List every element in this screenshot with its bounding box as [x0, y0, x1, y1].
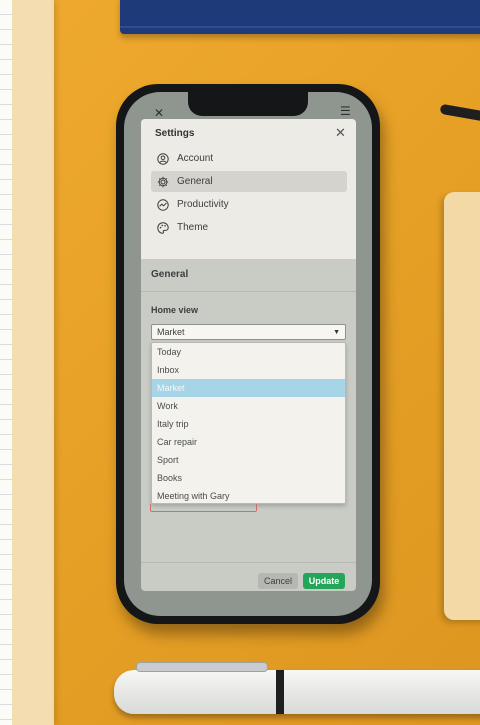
background-menu-icon: ☰ [340, 104, 351, 118]
danger-button-partially-hidden[interactable] [150, 504, 257, 512]
chevron-down-icon: ▼ [333, 328, 340, 336]
phone-screen: ✕ ☰ Settings ✕ Account General Productiv… [124, 92, 372, 616]
home-view-select[interactable]: Market ▼ [151, 324, 346, 340]
gear-icon [157, 176, 169, 188]
palette-icon [157, 221, 169, 234]
pen [114, 662, 480, 714]
option-market[interactable]: Market [152, 379, 345, 397]
option-italy-trip[interactable]: Italy trip [152, 415, 345, 433]
option-work[interactable]: Work [152, 397, 345, 415]
close-icon[interactable]: ✕ [335, 125, 346, 141]
select-value: Market [157, 327, 185, 337]
account-icon [157, 152, 169, 165]
nav-item-general[interactable]: General [151, 171, 347, 192]
settings-nav-panel: Settings ✕ Account General Productivity … [141, 119, 356, 259]
divider [141, 291, 356, 292]
option-car-repair[interactable]: Car repair [152, 433, 345, 451]
option-books[interactable]: Books [152, 469, 345, 487]
option-sport[interactable]: Sport [152, 451, 345, 469]
nav-item-label: Theme [177, 222, 209, 233]
nav-item-theme[interactable]: Theme [151, 217, 347, 238]
option-inbox[interactable]: Inbox [152, 361, 345, 379]
phone-notch [188, 92, 308, 116]
paper-pad [444, 192, 480, 620]
phone: ✕ ☰ Settings ✕ Account General Productiv… [116, 84, 380, 624]
modal-title: Settings [155, 128, 195, 139]
option-today[interactable]: Today [152, 343, 345, 361]
nav-item-label: General [177, 176, 213, 187]
blue-book [120, 0, 480, 34]
update-button[interactable]: Update [303, 573, 345, 589]
notebook-lined-page [0, 0, 12, 725]
cancel-button[interactable]: Cancel [258, 573, 298, 589]
notebook-cover [12, 0, 52, 725]
footer-divider [141, 562, 356, 563]
nav-item-label: Productivity [177, 199, 229, 210]
nav-item-productivity[interactable]: Productivity [151, 194, 347, 215]
home-view-label: Home view [151, 305, 199, 315]
nav-item-account[interactable]: Account [151, 148, 347, 169]
section-title: General [151, 269, 189, 280]
pen-band [276, 670, 284, 714]
nav-item-label: Account [177, 153, 214, 164]
option-meeting-with-gary[interactable]: Meeting with Gary [152, 487, 345, 505]
pen-clip [136, 662, 268, 672]
productivity-icon [157, 198, 169, 211]
settings-modal: Settings ✕ Account General Productivity … [141, 119, 356, 591]
home-view-dropdown: Today Inbox Market Work Italy trip Car r… [151, 342, 346, 504]
background-close-icon: ✕ [154, 106, 165, 120]
notebook [0, 0, 54, 725]
